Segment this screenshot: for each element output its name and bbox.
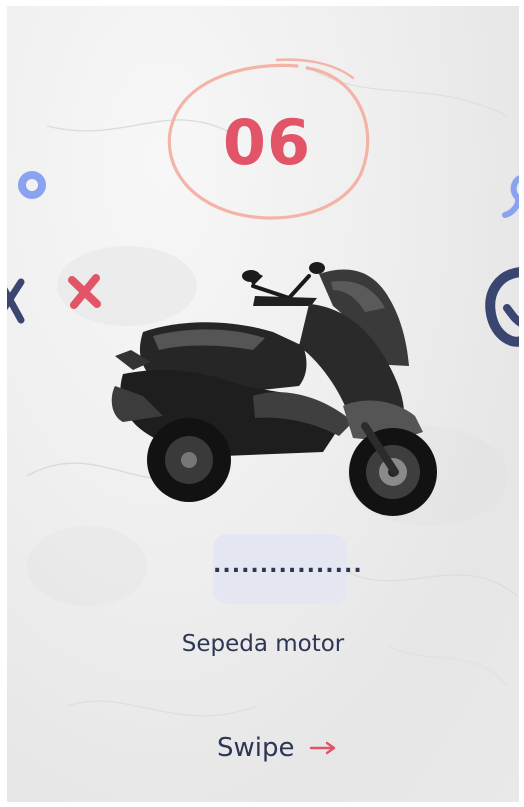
cross-icon <box>7 278 25 324</box>
cross-icon <box>68 274 101 309</box>
circle-icon <box>18 171 46 199</box>
slide-number: 06 <box>222 106 312 179</box>
answer-placeholder: ................ <box>213 553 363 578</box>
slide-number-badge: 06 <box>157 56 377 226</box>
swipe-button[interactable]: Swipe <box>217 728 337 768</box>
arrow-right-icon <box>309 741 335 755</box>
scooter-motorcycle-icon <box>111 262 437 516</box>
squiggle-icon <box>502 175 519 218</box>
squiggle-icon <box>485 267 519 347</box>
vehicle-label: Sepeda motor <box>181 631 345 657</box>
swipe-label: Swipe <box>217 733 295 763</box>
answer-box: ................ <box>213 534 363 604</box>
slide-card: 06 ................ Sepeda motor Swipe <box>7 6 519 802</box>
